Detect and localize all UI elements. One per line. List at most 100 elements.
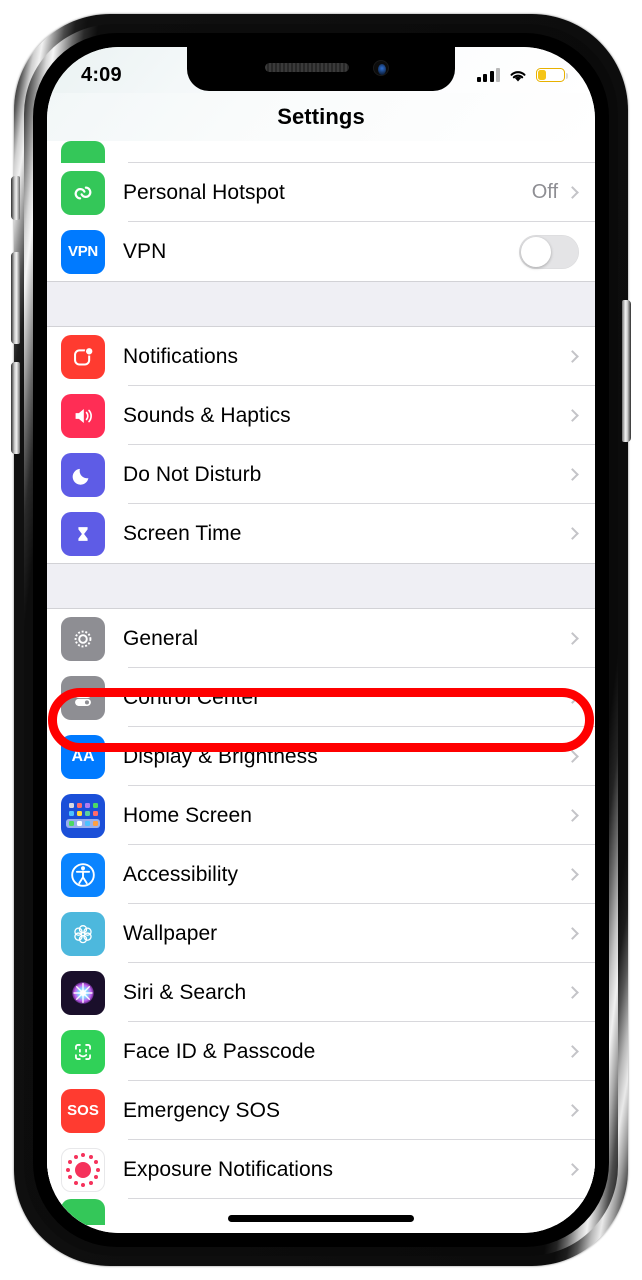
list-item-accessory (566, 350, 595, 363)
chevron-right-icon (566, 927, 579, 940)
wallpaper-icon (61, 911, 105, 956)
list-item-accessory (566, 468, 595, 481)
list-item-exposure-notifications[interactable]: Exposure Notifications (47, 1140, 595, 1199)
vpn-icon: VPN (61, 229, 105, 274)
home-screen-icon (61, 793, 105, 838)
front-camera-icon (373, 60, 389, 76)
chevron-right-icon (566, 986, 579, 999)
emergency-sos-icon: SOS (61, 1088, 105, 1133)
list-item-accessory (566, 691, 595, 704)
chevron-right-icon (566, 409, 579, 422)
list-item-notifications[interactable]: Notifications (47, 327, 595, 386)
section-gap-2 (47, 563, 595, 609)
control-center-icon (61, 675, 105, 720)
status-bar-time: 4:09 (81, 63, 122, 86)
home-screen-app-grid (68, 803, 98, 816)
list-item-siri-search[interactable]: Siri & Search (47, 963, 595, 1022)
list-item-label: Display & Brightness (123, 744, 318, 768)
list-item-label: Siri & Search (123, 980, 247, 1004)
list-item-wallpaper[interactable]: Wallpaper (47, 904, 595, 963)
chevron-right-icon (566, 1104, 579, 1117)
siri-search-icon (61, 970, 105, 1015)
list-item-do-not-disturb[interactable]: Do Not Disturb (47, 445, 595, 504)
list-item-sounds-haptics[interactable]: Sounds & Haptics (47, 386, 595, 445)
volume-down-button[interactable] (11, 362, 20, 454)
settings-list[interactable]: Personal Hotspot Off VPN VPN Notificatio… (47, 141, 595, 1233)
chevron-right-icon (566, 350, 579, 363)
volume-up-button[interactable] (11, 252, 20, 344)
chevron-right-icon (566, 527, 579, 540)
personal-hotspot-icon (61, 170, 105, 215)
list-item-vpn[interactable]: VPN VPN (47, 222, 595, 281)
chevron-right-icon (566, 632, 579, 645)
list-item-label: Do Not Disturb (123, 462, 262, 486)
list-item-emergency-sos[interactable]: SOS Emergency SOS (47, 1081, 595, 1140)
list-item-label: Exposure Notifications (123, 1157, 334, 1181)
group-alerts: Notifications Sounds & Haptics Do Not Di… (47, 327, 595, 563)
section-gap-1 (47, 281, 595, 327)
list-item-home-screen[interactable]: Home Screen (47, 786, 595, 845)
list-item-partial-top[interactable] (47, 141, 595, 163)
sounds-haptics-icon (61, 393, 105, 438)
face-id-icon (61, 1029, 105, 1074)
group-connectivity: Personal Hotspot Off VPN VPN (47, 163, 595, 281)
list-item-label: Wallpaper (123, 921, 218, 945)
chevron-right-icon (566, 750, 579, 763)
list-item-accessory (566, 527, 595, 540)
chevron-right-icon (566, 1163, 579, 1176)
list-item-label: Control Center (123, 685, 261, 709)
sos-icon-text: SOS (67, 1102, 99, 1119)
list-item-accessory (566, 809, 595, 822)
screenshot-stage: 4:09 Settings Personal Hotspot Off VPN V… (0, 0, 642, 1280)
screen-time-icon (61, 511, 105, 556)
earpiece-speaker-icon (265, 63, 349, 72)
list-item-accessory (566, 1163, 595, 1176)
list-item-display-brightness[interactable]: AA Display & Brightness (47, 727, 595, 786)
display-brightness-icon: AA (61, 734, 105, 779)
navigation-bar: Settings (47, 93, 595, 141)
list-item-personal-hotspot[interactable]: Personal Hotspot Off (47, 163, 595, 222)
list-item-accessory (566, 868, 595, 881)
display-icon-text: AA (71, 747, 95, 765)
list-item-control-center[interactable]: Control Center (47, 668, 595, 727)
list-item-screen-time[interactable]: Screen Time (47, 504, 595, 563)
list-item-label: Home Screen (123, 803, 252, 827)
chevron-right-icon (566, 691, 579, 704)
list-item-general[interactable]: General (47, 609, 595, 668)
list-item-accessibility[interactable]: Accessibility (47, 845, 595, 904)
power-button[interactable] (622, 300, 631, 442)
list-item-accessory (519, 234, 595, 269)
list-item-label: Accessibility (123, 862, 239, 886)
list-item-face-id-passcode[interactable]: Face ID & Passcode (47, 1022, 595, 1081)
green-app-icon (61, 1199, 105, 1225)
list-item-accessory (566, 927, 595, 940)
phone-screen: 4:09 Settings Personal Hotspot Off VPN V… (47, 47, 595, 1233)
notifications-icon (61, 334, 105, 379)
exposure-notifications-icon (61, 1147, 105, 1192)
chevron-right-icon (566, 468, 579, 481)
list-item-accessory (566, 750, 595, 763)
battery-icon (536, 68, 568, 82)
toggle-knob (521, 236, 551, 267)
chevron-right-icon (566, 186, 579, 199)
group-system: General Control Center AA Display & Brig… (47, 609, 595, 1225)
list-item-label: VPN (123, 239, 167, 263)
general-gear-icon (61, 616, 105, 661)
home-indicator[interactable] (228, 1215, 414, 1222)
list-item-accessory: Off (532, 181, 595, 204)
accessibility-icon (61, 852, 105, 897)
status-bar-indicators (476, 68, 568, 83)
chevron-right-icon (566, 868, 579, 881)
list-item-accessory (566, 1045, 595, 1058)
group-partial-top (47, 141, 595, 163)
vpn-toggle[interactable] (519, 234, 579, 269)
list-item-accessory (566, 632, 595, 645)
list-item-label: Sounds & Haptics (123, 403, 291, 427)
list-item-label: General (123, 626, 199, 650)
list-item-label: Notifications (123, 344, 239, 368)
list-item-value: Off (531, 181, 558, 203)
exposure-dot-ring (66, 1152, 100, 1187)
list-item-accessory (566, 986, 595, 999)
mute-switch-button[interactable] (11, 176, 20, 220)
list-item-label: Face ID & Passcode (123, 1039, 316, 1063)
